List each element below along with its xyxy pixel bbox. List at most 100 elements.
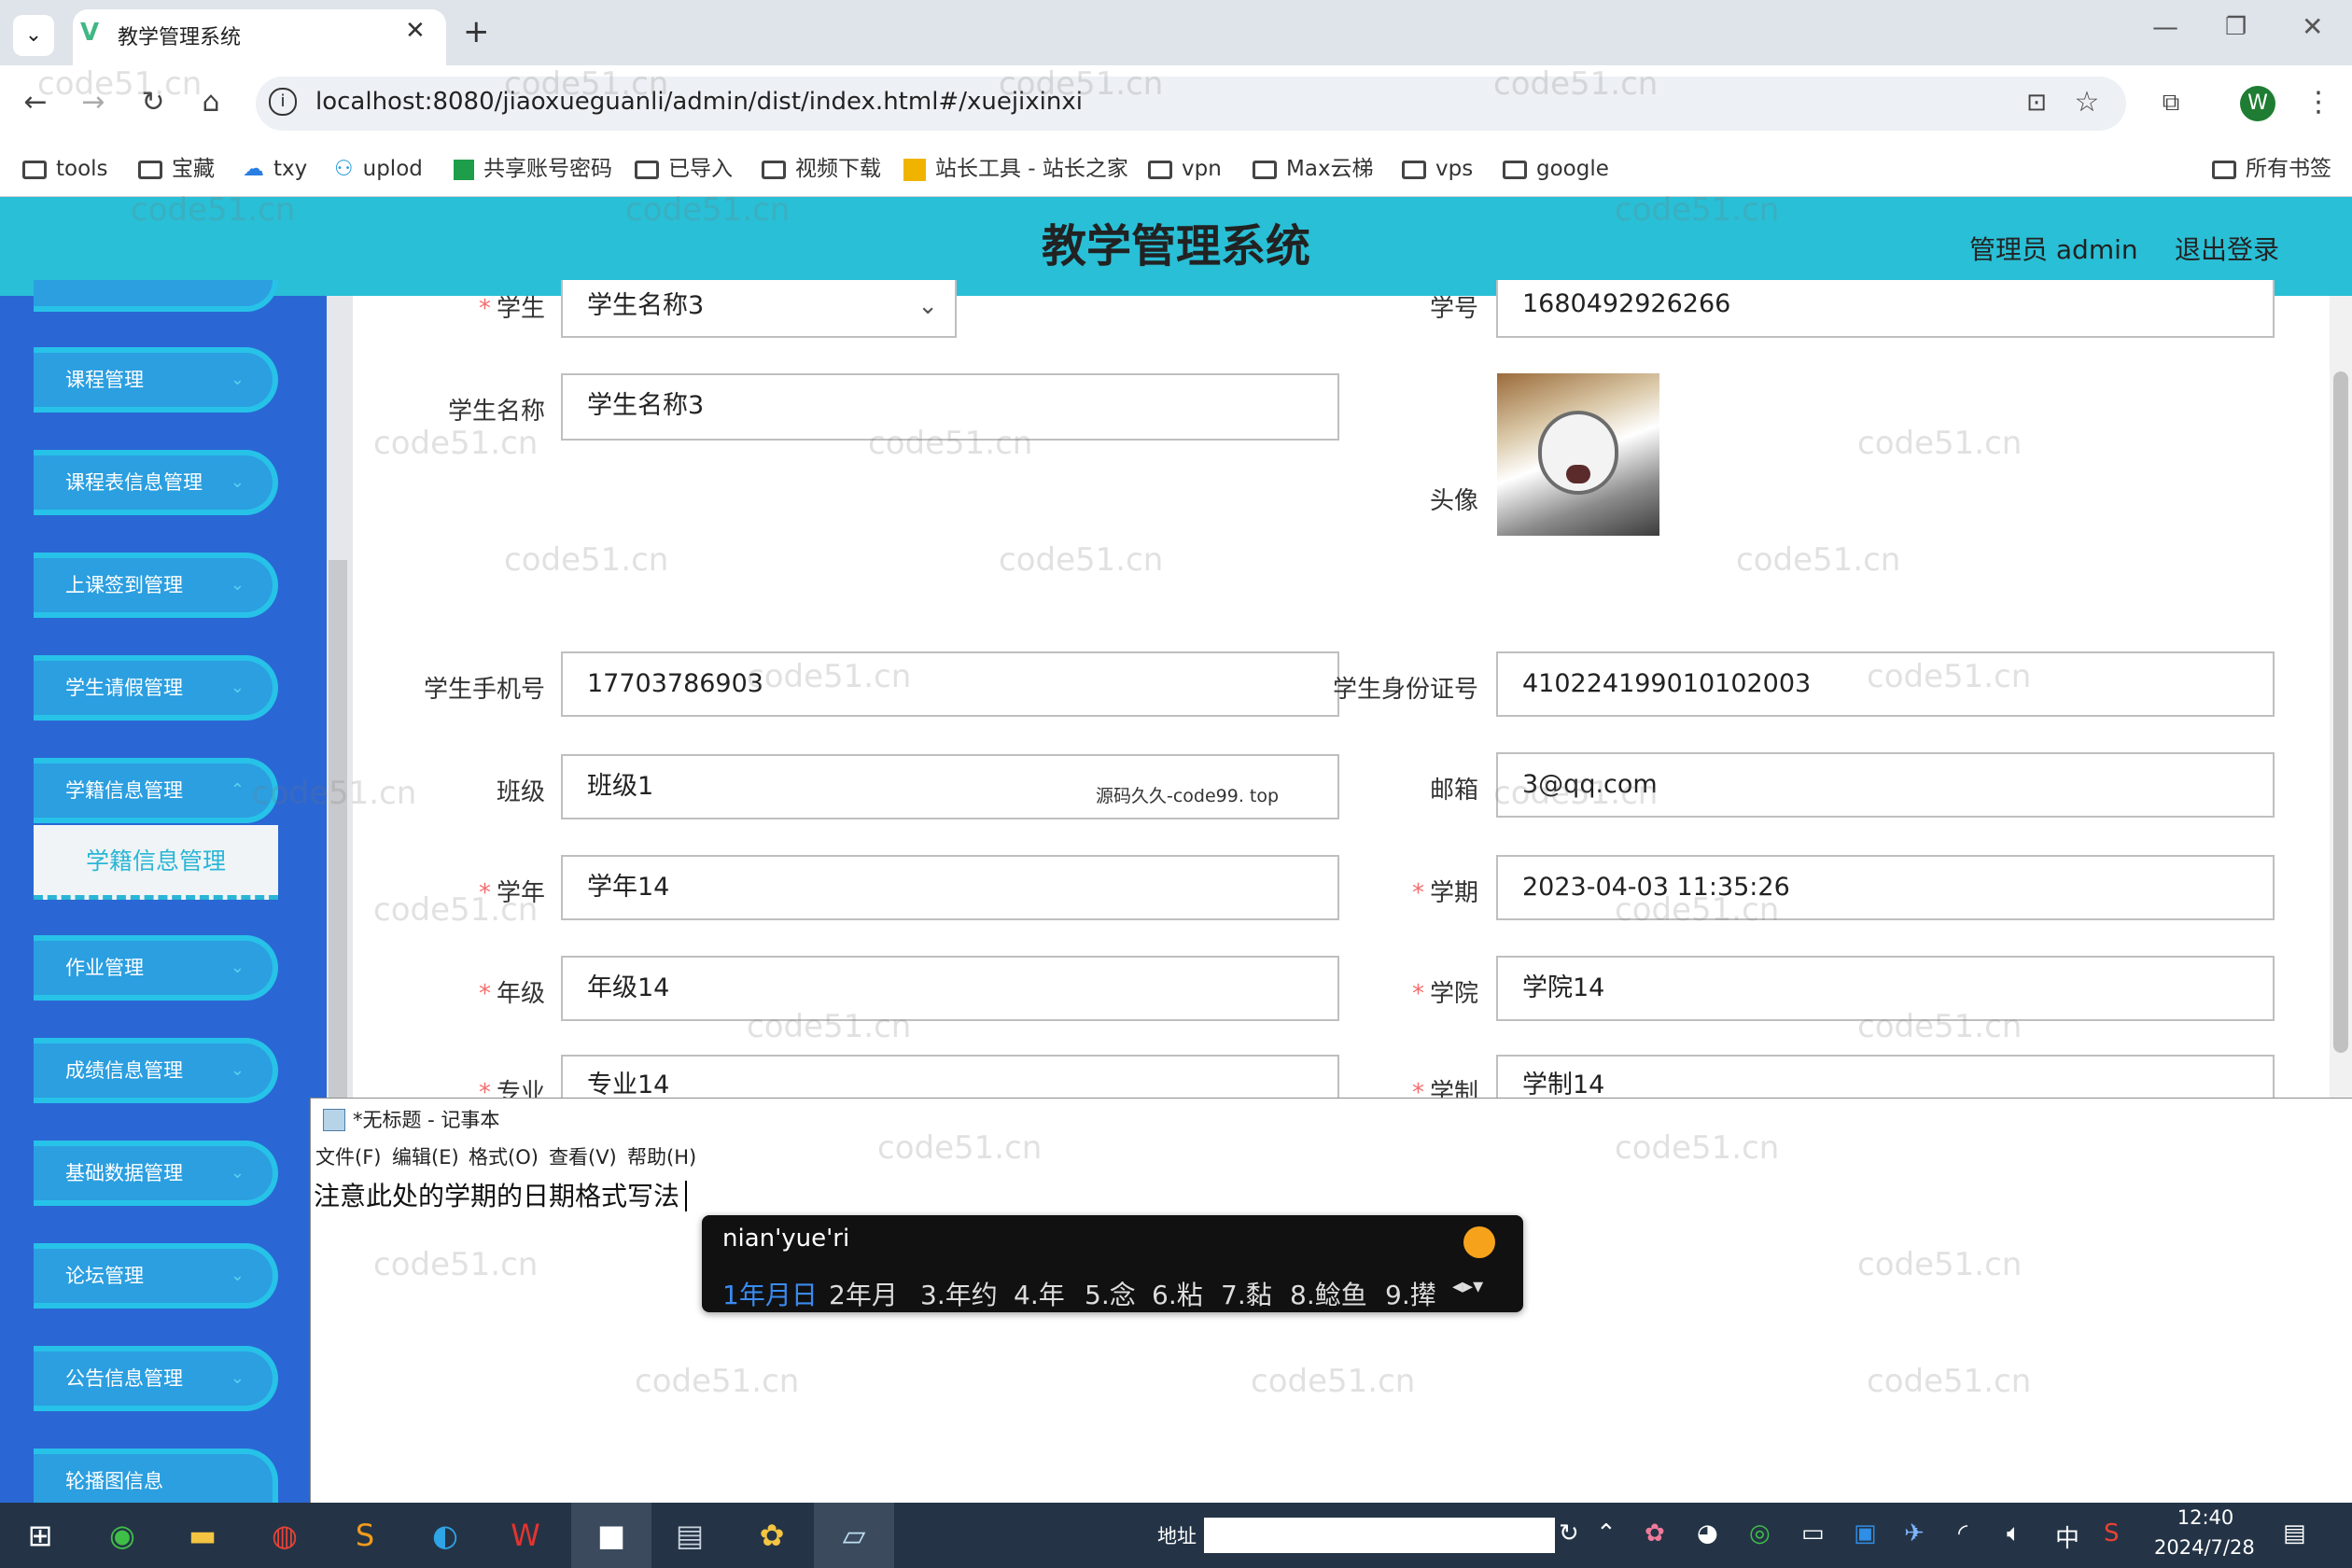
ime-candidate-3[interactable]: 3.年约 (920, 1275, 998, 1312)
sidebar-item-forum[interactable]: 论坛管理 ⌄ (34, 1243, 278, 1309)
taskbar-intellij-icon[interactable]: ■ (577, 1506, 646, 1564)
notepad-menu-view[interactable]: 查看(V) (549, 1142, 617, 1170)
bookmark-star-icon[interactable]: ☆ (2066, 84, 2107, 121)
bookmark-txy[interactable]: ☁ txy (243, 142, 307, 196)
bookmark-google[interactable]: google (1503, 142, 1609, 196)
tray-feishu-icon[interactable]: ✈ (1904, 1519, 1925, 1547)
tray-app-blue-icon[interactable]: ▣ (1854, 1519, 1877, 1547)
taskbar-address-input[interactable] (1204, 1518, 1555, 1553)
tray-qq-icon[interactable]: ◕ (1697, 1519, 1718, 1547)
bookmark-imported[interactable]: 已导入 (635, 142, 733, 196)
bookmark-uplod[interactable]: ⚇ uplod (334, 142, 423, 196)
tray-wifi-icon[interactable]: ◜ (1958, 1519, 1967, 1547)
tray-wechat-icon[interactable]: ◎ (1749, 1519, 1771, 1547)
sidebar-item-carousel[interactable]: 轮播图信息 (34, 1449, 278, 1503)
tray-ime-language[interactable]: 中 (2055, 1519, 2079, 1554)
ime-candidate-8[interactable]: 8.鲶鱼 (1290, 1275, 1367, 1312)
back-icon[interactable]: ← (15, 84, 56, 121)
ime-candidate-9[interactable]: 9.撵 (1385, 1275, 1436, 1312)
id-card-input[interactable]: 410224199010102003 (1496, 651, 2275, 717)
close-tab-icon[interactable]: ✕ (405, 17, 426, 45)
ime-logo-icon[interactable] (1463, 1226, 1495, 1258)
bookmark-baozang[interactable]: 宝藏 (138, 142, 215, 196)
tray-app-icon[interactable]: ✿ (1645, 1519, 1665, 1547)
bookmark-shared-accounts[interactable]: 共享账号密码 (454, 142, 612, 196)
tray-volume-icon[interactable]: 🔈︎ (2007, 1519, 2022, 1548)
sidebar-item-timetable[interactable]: 课程表信息管理 ⌄ (34, 450, 278, 515)
student-select[interactable]: 学生名称3 ⌄ (561, 280, 957, 338)
ime-candidate-7[interactable]: 7.黏 (1221, 1275, 1272, 1312)
study-length-input[interactable]: 学制14 (1496, 1055, 2275, 1099)
bookmark-max[interactable]: Max云梯 (1253, 142, 1374, 196)
bookmark-video-download[interactable]: 视频下载 (762, 142, 881, 196)
sidebar-item-enrollment[interactable]: 学籍信息管理 ⌃ (34, 758, 278, 823)
taskbar-edge-icon[interactable]: ◐ (411, 1506, 480, 1564)
term-input[interactable]: 2023-04-03 11:35:26 (1496, 855, 2275, 920)
sidebar-item-course[interactable]: 课程管理 ⌄ (34, 347, 278, 413)
taskbar-clock-date[interactable]: 2024/7/28 (2154, 1536, 2255, 1559)
minimize-button[interactable]: — (2152, 11, 2178, 42)
bookmark-tools[interactable]: tools (22, 142, 108, 196)
extensions-icon[interactable]: ⧉ (2150, 84, 2191, 121)
start-button-icon[interactable]: ⊞ (6, 1506, 75, 1564)
major-input[interactable]: 专业14 (561, 1055, 1339, 1099)
taskbar-app-icon[interactable]: ▤ (655, 1506, 724, 1564)
taskbar-chrome-icon[interactable]: ◍ (250, 1506, 319, 1564)
taskbar-clock-time[interactable]: 12:40 (2154, 1506, 2257, 1529)
taskbar-file-explorer-icon[interactable]: ▬ (168, 1506, 237, 1564)
site-info-icon[interactable]: i (269, 88, 297, 116)
tray-usb-icon[interactable]: ▭ (1801, 1519, 1825, 1547)
taskbar-ime-app-icon[interactable]: ✿ (737, 1506, 806, 1564)
reload-icon[interactable]: ↻ (133, 84, 174, 121)
notepad-menu-format[interactable]: 格式(O) (469, 1142, 539, 1170)
college-input[interactable]: 学院14 (1496, 956, 2275, 1021)
screenshot-icon[interactable]: ⊡ (2016, 84, 2057, 121)
tab-search-button[interactable]: ⌄ (13, 15, 54, 56)
email-input[interactable]: 3@qq.com (1496, 752, 2275, 818)
school-year-input[interactable]: 学年14 (561, 855, 1339, 920)
main-scrollbar-thumb[interactable] (2333, 371, 2348, 1053)
forward-icon[interactable]: → (73, 84, 114, 121)
home-icon[interactable]: ⌂ (190, 84, 231, 121)
tray-sogou-icon[interactable]: S (2104, 1519, 2120, 1547)
restore-button[interactable]: ❐ (2225, 13, 2247, 41)
grade-input[interactable]: 年级14 (561, 956, 1339, 1021)
sidebar-subitem-enrollment[interactable]: 学籍信息管理 (34, 825, 278, 900)
sidebar-item-attendance[interactable]: 上课签到管理 ⌄ (34, 553, 278, 618)
sidebar-item-grades[interactable]: 成绩信息管理 ⌄ (34, 1038, 278, 1103)
bookmark-chinaz[interactable]: 站长工具 - 站长之家 (903, 142, 1128, 196)
sidebar-item-homework[interactable]: 作业管理 ⌄ (34, 935, 278, 1001)
notepad-menu-help[interactable]: 帮助(H) (627, 1142, 696, 1170)
student-no-input[interactable]: 1680492926266 (1496, 280, 2275, 338)
ime-candidate-4[interactable]: 4.年 (1014, 1275, 1065, 1312)
sidebar-item-partial[interactable] (34, 280, 278, 312)
notifications-icon[interactable]: ▤ (2283, 1519, 2306, 1547)
logout-button[interactable]: 退出登录 (2175, 230, 2279, 267)
bookmark-vps[interactable]: vps (1402, 142, 1473, 196)
avatar-image[interactable] (1497, 373, 1659, 536)
profile-avatar[interactable]: W (2240, 86, 2275, 121)
notepad-menu-edit[interactable]: 编辑(E) (392, 1142, 459, 1170)
ime-candidate-2[interactable]: 2年月 (829, 1275, 898, 1312)
close-window-button[interactable]: ✕ (2302, 11, 2323, 42)
ime-page-arrows-icon[interactable]: ◂▸▾ (1452, 1275, 1483, 1298)
ime-candidate-5[interactable]: 5.念 (1085, 1275, 1136, 1312)
taskbar-notepad-icon[interactable]: ▱ (819, 1506, 889, 1564)
address-refresh-icon[interactable]: ↻ (1559, 1519, 1579, 1547)
student-name-input[interactable]: 学生名称3 (561, 373, 1339, 441)
ime-candidate-6[interactable]: 6.粘 (1152, 1275, 1203, 1312)
notepad-menu-file[interactable]: 文件(F) (315, 1142, 381, 1170)
ime-candidate-1[interactable]: 1年月日 (722, 1275, 818, 1312)
sidebar-scrollbar[interactable] (329, 560, 347, 1100)
tray-expand-icon[interactable]: ⌃ (1596, 1519, 1617, 1547)
taskbar-wps-icon[interactable]: W (491, 1506, 560, 1564)
url-text[interactable]: localhost:8080/jiaoxueguanli/admin/dist/… (315, 88, 1083, 116)
sidebar-item-basic-data[interactable]: 基础数据管理 ⌄ (34, 1141, 278, 1206)
menu-kebab-icon[interactable]: ⋮ (2298, 84, 2339, 121)
taskbar-360-browser-icon[interactable]: ◉ (88, 1506, 157, 1564)
sidebar-item-leave[interactable]: 学生请假管理 ⌄ (34, 655, 278, 721)
new-tab-button[interactable]: + (463, 13, 490, 50)
phone-input[interactable]: 17703786903 (561, 651, 1339, 717)
bookmark-all[interactable]: 所有书签 (2212, 142, 2331, 196)
bookmark-vpn[interactable]: vpn (1148, 142, 1222, 196)
